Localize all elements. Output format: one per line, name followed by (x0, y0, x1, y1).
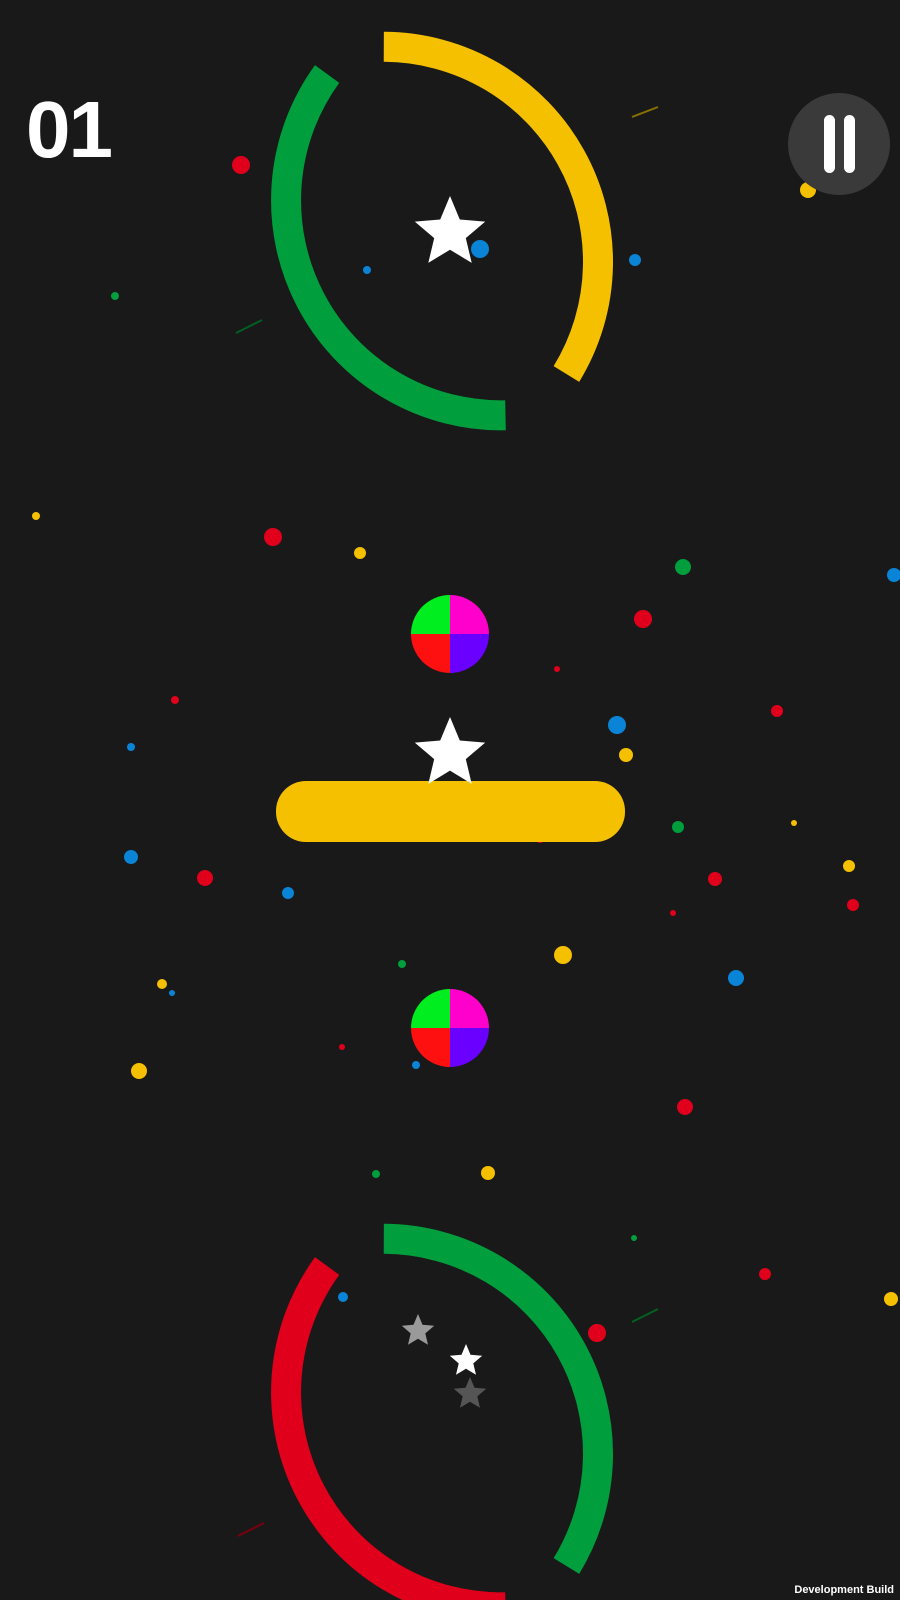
particle-dot (124, 850, 138, 864)
particle-dot (481, 1166, 495, 1180)
top-ring-seam (631, 106, 659, 118)
particle-dot (629, 254, 641, 266)
particle-dot (631, 1235, 637, 1241)
bottom-ring-obstacle (237, 1223, 659, 1600)
particle-dot (759, 1268, 771, 1280)
particle-dot (672, 821, 684, 833)
particle-dot (157, 979, 167, 989)
bottom-ring-seam (237, 1522, 265, 1537)
particle-dot (847, 899, 859, 911)
particle-dot (670, 910, 676, 916)
bar-obstacle (276, 781, 625, 842)
particle-dot (608, 716, 626, 734)
particle-dot (675, 559, 691, 575)
star-trail-icon (401, 1314, 435, 1345)
particle-dot (232, 156, 250, 174)
particle-dot (363, 266, 371, 274)
bottom-ring-seam (631, 1308, 659, 1323)
bottom-ring-green-segment (383, 1223, 613, 1574)
particle-dot (728, 970, 744, 986)
particle-dot (887, 568, 900, 582)
particle-dot (338, 1292, 348, 1302)
particle-dot (354, 547, 366, 559)
development-build-label: Development Build (794, 1584, 894, 1596)
particle-dot (771, 705, 783, 717)
particle-dot (131, 1063, 147, 1079)
particle-dot (708, 872, 722, 886)
color-switcher-icon (411, 595, 489, 673)
pause-icon-bar (824, 115, 835, 173)
particle-dot (588, 1324, 606, 1342)
color-switcher-icon (411, 989, 489, 1067)
particle-dot (884, 1292, 898, 1306)
star-icon (414, 717, 486, 784)
bottom-ring-red-segment (271, 1257, 506, 1600)
particle-dot (677, 1099, 693, 1115)
particle-dot (127, 743, 135, 751)
particle-dot (282, 887, 294, 899)
star-trail-icon (453, 1377, 487, 1408)
pause-icon-bar (844, 115, 855, 173)
top-ring-yellow-segment (383, 31, 613, 382)
particle-dot (169, 990, 175, 996)
star-trail-icon (449, 1344, 483, 1375)
particle-dot (843, 860, 855, 872)
game-stage[interactable] (0, 0, 900, 1600)
particle-dot (791, 820, 797, 826)
particle-dot (264, 528, 282, 546)
particle-dot (634, 610, 652, 628)
score-counter: 01 (26, 85, 113, 174)
particle-dot (111, 292, 119, 300)
particle-dot (412, 1061, 420, 1069)
pause-button[interactable] (788, 93, 890, 195)
top-ring-seam (235, 319, 263, 334)
particle-dot (554, 666, 560, 672)
particle-dot (471, 240, 489, 258)
particle-dot (554, 946, 572, 964)
particle-dot (339, 1044, 345, 1050)
particle-dot (398, 960, 406, 968)
particle-dot (372, 1170, 380, 1178)
particle-dot (32, 512, 40, 520)
particle-dot (619, 748, 633, 762)
particle-dot (171, 696, 179, 704)
particle-dot (197, 870, 213, 886)
